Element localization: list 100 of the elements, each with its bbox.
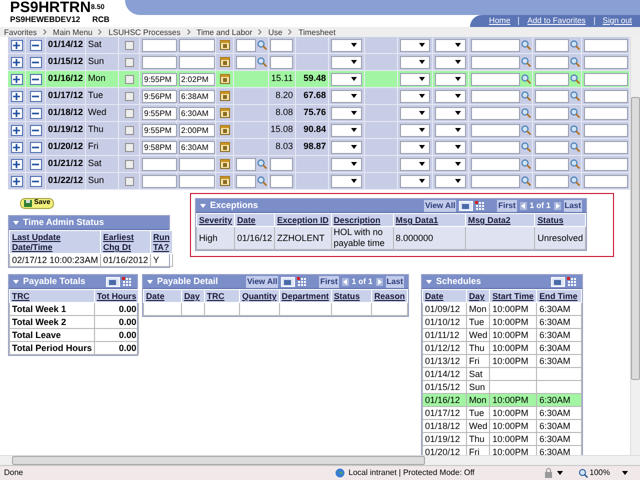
column-header[interactable]: Quantity: [240, 290, 280, 302]
add-row-button[interactable]: [10, 74, 22, 84]
text-field[interactable]: [535, 72, 569, 86]
breadcrumb-link[interactable]: Use: [268, 28, 282, 36]
search-icon[interactable]: [570, 74, 580, 84]
text-field[interactable]: [584, 38, 628, 52]
text-field[interactable]: [535, 90, 569, 102]
dropdown[interactable]: [331, 158, 362, 170]
dropdown[interactable]: [435, 158, 466, 170]
first-link[interactable]: First: [497, 200, 517, 212]
column-header[interactable]: Status: [331, 290, 372, 302]
vertical-scrollbar[interactable]: [630, 37, 640, 455]
search-icon[interactable]: [521, 176, 531, 186]
search-icon[interactable]: [570, 40, 580, 50]
dropdown[interactable]: [331, 72, 362, 86]
dropdown[interactable]: [400, 90, 430, 102]
calendar-icon[interactable]: [220, 74, 230, 84]
text-field[interactable]: [471, 174, 520, 188]
dropdown[interactable]: [400, 106, 430, 120]
download-grid-icon[interactable]: [475, 200, 486, 210]
text-field[interactable]: [236, 38, 256, 52]
search-icon[interactable]: [570, 91, 580, 101]
add-row-button[interactable]: [10, 124, 22, 136]
last-link[interactable]: Last: [564, 200, 582, 212]
lock-icon[interactable]: [544, 468, 553, 478]
previous-icon[interactable]: [520, 202, 527, 210]
collapse-icon[interactable]: [426, 280, 432, 284]
column-header[interactable]: TRC: [10, 290, 94, 302]
time-in-field[interactable]: 9:55PM: [142, 124, 177, 136]
checkbox[interactable]: [124, 108, 134, 118]
time-in-field[interactable]: 9:58PM: [142, 140, 177, 154]
text-field[interactable]: [535, 106, 569, 120]
text-field[interactable]: [270, 174, 293, 188]
text-field[interactable]: [471, 140, 520, 154]
column-header[interactable]: Status: [534, 214, 586, 226]
view-all-link[interactable]: View All: [424, 200, 456, 212]
dropdown[interactable]: [400, 140, 430, 154]
text-field[interactable]: [584, 124, 628, 136]
dropdown[interactable]: [400, 174, 430, 188]
search-icon[interactable]: [570, 57, 580, 67]
collapse-icon[interactable]: [13, 220, 19, 224]
column-header[interactable]: Reason: [372, 290, 408, 302]
time-in-field[interactable]: 9:55PM: [142, 72, 177, 86]
search-icon[interactable]: [521, 91, 531, 101]
text-field[interactable]: [270, 38, 293, 52]
calendar-icon[interactable]: [220, 108, 230, 118]
column-header[interactable]: Department: [279, 290, 332, 302]
checkbox[interactable]: [124, 160, 134, 168]
column-header[interactable]: Msg Data2: [465, 214, 535, 226]
text-field[interactable]: [471, 72, 520, 86]
dropdown[interactable]: [331, 106, 362, 120]
zoom-grid-icon[interactable]: [551, 276, 565, 286]
text-field[interactable]: [471, 124, 520, 136]
dropdown[interactable]: [400, 158, 430, 170]
header-link[interactable]: Sign out: [602, 15, 632, 27]
dropdown[interactable]: [331, 90, 362, 102]
search-icon[interactable]: [521, 108, 531, 118]
column-header[interactable]: Description: [331, 214, 394, 226]
search-icon[interactable]: [570, 176, 580, 186]
text-field[interactable]: [471, 38, 520, 52]
checkbox[interactable]: [124, 74, 134, 84]
text-field[interactable]: [236, 56, 256, 68]
delete-row-button[interactable]: [30, 90, 42, 102]
time-out-field[interactable]: [179, 158, 215, 170]
horizontal-scrollbar[interactable]: [0, 455, 640, 465]
delete-row-button[interactable]: [30, 108, 42, 118]
dropdown[interactable]: [400, 124, 430, 136]
zoom-grid-icon[interactable]: [459, 200, 474, 210]
text-field[interactable]: [584, 174, 628, 188]
search-icon[interactable]: [570, 142, 580, 152]
checkbox[interactable]: [124, 142, 134, 152]
breadcrumb-link[interactable]: LSUHSC Processes: [108, 28, 181, 36]
column-header[interactable]: Msg Data1: [393, 214, 466, 226]
calendar-icon[interactable]: [220, 159, 230, 169]
dropdown[interactable]: [331, 38, 362, 52]
checkbox[interactable]: [124, 58, 134, 66]
dropdown[interactable]: [435, 106, 466, 120]
download-grid-icon[interactable]: [297, 276, 308, 286]
header-link[interactable]: Home: [489, 15, 510, 27]
search-icon[interactable]: [521, 142, 531, 152]
column-header[interactable]: Last Update Date/Time: [10, 230, 101, 254]
time-in-field[interactable]: [142, 158, 177, 170]
text-field[interactable]: [535, 38, 569, 52]
next-icon[interactable]: [554, 202, 561, 210]
dropdown[interactable]: [331, 140, 362, 154]
dropdown[interactable]: [435, 124, 466, 136]
add-row-button[interactable]: [10, 90, 22, 102]
time-in-field[interactable]: [142, 56, 177, 68]
column-header[interactable]: Date: [422, 290, 466, 302]
column-header[interactable]: Severity: [196, 214, 235, 226]
dropdown[interactable]: [435, 38, 466, 52]
dropdown[interactable]: [435, 140, 466, 154]
zoom-grid-icon[interactable]: [281, 276, 296, 286]
scrollbar-thumb[interactable]: [12, 456, 425, 465]
text-field[interactable]: [471, 158, 520, 170]
search-icon[interactable]: [570, 159, 580, 169]
search-icon[interactable]: [521, 57, 531, 67]
time-out-field[interactable]: 6:38AM: [179, 90, 215, 102]
time-out-field[interactable]: 2:02PM: [179, 72, 215, 86]
text-field[interactable]: [584, 72, 628, 86]
